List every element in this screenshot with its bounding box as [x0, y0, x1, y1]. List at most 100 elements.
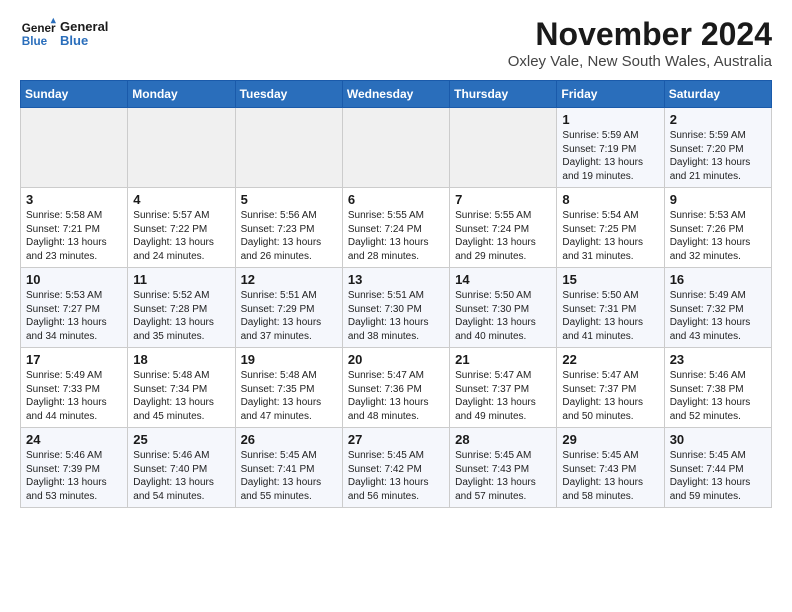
calendar-cell: 28 Sunrise: 5:45 AM Sunset: 7:43 PM Dayli… [450, 428, 557, 508]
header-thursday: Thursday [450, 81, 557, 108]
cell-info: Sunrise: 5:45 AM Sunset: 7:43 PM Dayligh… [562, 449, 658, 503]
calendar-cell: 18 Sunrise: 5:48 AM Sunset: 7:34 PM Dayli… [128, 348, 235, 428]
calendar-cell: 24 Sunrise: 5:46 AM Sunset: 7:39 PM Dayli… [21, 428, 128, 508]
calendar-cell: 29 Sunrise: 5:45 AM Sunset: 7:43 PM Dayli… [557, 428, 664, 508]
location-title: Oxley Vale, New South Wales, Australia [508, 53, 772, 70]
day-number: 21 [455, 352, 551, 367]
day-number: 28 [455, 432, 551, 447]
calendar-week-row: 24 Sunrise: 5:46 AM Sunset: 7:39 PM Dayli… [21, 428, 772, 508]
cell-info: Sunrise: 5:51 AM Sunset: 7:29 PM Dayligh… [241, 289, 337, 343]
svg-text:Blue: Blue [22, 35, 48, 48]
title-area: November 2024 Oxley Vale, New South Wale… [508, 16, 772, 70]
day-number: 24 [26, 432, 122, 447]
cell-info: Sunrise: 5:50 AM Sunset: 7:30 PM Dayligh… [455, 289, 551, 343]
day-number: 11 [133, 272, 229, 287]
cell-info: Sunrise: 5:47 AM Sunset: 7:36 PM Dayligh… [348, 369, 444, 423]
calendar-cell: 12 Sunrise: 5:51 AM Sunset: 7:29 PM Dayli… [235, 268, 342, 348]
day-number: 4 [133, 192, 229, 207]
calendar-cell: 3 Sunrise: 5:58 AM Sunset: 7:21 PM Daylig… [21, 188, 128, 268]
calendar-cell: 19 Sunrise: 5:48 AM Sunset: 7:35 PM Dayli… [235, 348, 342, 428]
day-number: 1 [562, 112, 658, 127]
logo-line2: Blue [60, 34, 108, 48]
day-number: 22 [562, 352, 658, 367]
cell-info: Sunrise: 5:47 AM Sunset: 7:37 PM Dayligh… [455, 369, 551, 423]
calendar-cell [128, 108, 235, 188]
day-number: 29 [562, 432, 658, 447]
day-number: 6 [348, 192, 444, 207]
calendar-cell: 23 Sunrise: 5:46 AM Sunset: 7:38 PM Dayli… [664, 348, 771, 428]
cell-info: Sunrise: 5:56 AM Sunset: 7:23 PM Dayligh… [241, 209, 337, 263]
calendar-cell: 8 Sunrise: 5:54 AM Sunset: 7:25 PM Daylig… [557, 188, 664, 268]
cell-info: Sunrise: 5:59 AM Sunset: 7:19 PM Dayligh… [562, 129, 658, 183]
calendar-cell [342, 108, 449, 188]
day-number: 18 [133, 352, 229, 367]
day-number: 30 [670, 432, 766, 447]
calendar-week-row: 17Sunrise: 5:49 AM Sunset: 7:33 PM Dayli… [21, 348, 772, 428]
calendar-week-row: 1 Sunrise: 5:59 AM Sunset: 7:19 PM Daylig… [21, 108, 772, 188]
calendar-cell: 10 Sunrise: 5:53 AM Sunset: 7:27 PM Dayli… [21, 268, 128, 348]
calendar-cell: 1 Sunrise: 5:59 AM Sunset: 7:19 PM Daylig… [557, 108, 664, 188]
calendar-cell: 13Sunrise: 5:51 AM Sunset: 7:30 PM Dayli… [342, 268, 449, 348]
cell-info: Sunrise: 5:49 AM Sunset: 7:32 PM Dayligh… [670, 289, 766, 343]
cell-info: Sunrise: 5:45 AM Sunset: 7:43 PM Dayligh… [455, 449, 551, 503]
calendar-cell [21, 108, 128, 188]
cell-info: Sunrise: 5:57 AM Sunset: 7:22 PM Dayligh… [133, 209, 229, 263]
cell-info: Sunrise: 5:53 AM Sunset: 7:27 PM Dayligh… [26, 289, 122, 343]
cell-info: Sunrise: 5:46 AM Sunset: 7:38 PM Dayligh… [670, 369, 766, 423]
day-number: 10 [26, 272, 122, 287]
calendar-cell: 16Sunrise: 5:49 AM Sunset: 7:32 PM Dayli… [664, 268, 771, 348]
calendar-cell: 11 Sunrise: 5:52 AM Sunset: 7:28 PM Dayli… [128, 268, 235, 348]
cell-info: Sunrise: 5:54 AM Sunset: 7:25 PM Dayligh… [562, 209, 658, 263]
cell-info: Sunrise: 5:51 AM Sunset: 7:30 PM Dayligh… [348, 289, 444, 343]
calendar-cell: 4 Sunrise: 5:57 AM Sunset: 7:22 PM Daylig… [128, 188, 235, 268]
day-number: 9 [670, 192, 766, 207]
day-number: 7 [455, 192, 551, 207]
calendar-week-row: 10 Sunrise: 5:53 AM Sunset: 7:27 PM Dayli… [21, 268, 772, 348]
calendar-cell: 30 Sunrise: 5:45 AM Sunset: 7:44 PM Dayli… [664, 428, 771, 508]
calendar-cell: 2Sunrise: 5:59 AM Sunset: 7:20 PM Daylig… [664, 108, 771, 188]
cell-info: Sunrise: 5:48 AM Sunset: 7:35 PM Dayligh… [241, 369, 337, 423]
cell-info: Sunrise: 5:48 AM Sunset: 7:34 PM Dayligh… [133, 369, 229, 423]
calendar-cell [450, 108, 557, 188]
logo: General Blue General Blue [20, 16, 108, 52]
day-number: 5 [241, 192, 337, 207]
calendar-cell: 6Sunrise: 5:55 AM Sunset: 7:24 PM Daylig… [342, 188, 449, 268]
calendar-cell: 9Sunrise: 5:53 AM Sunset: 7:26 PM Daylig… [664, 188, 771, 268]
calendar-cell: 21 Sunrise: 5:47 AM Sunset: 7:37 PM Dayli… [450, 348, 557, 428]
calendar-table: SundayMondayTuesdayWednesdayThursdayFrid… [20, 80, 772, 508]
calendar-cell: 22Sunrise: 5:47 AM Sunset: 7:37 PM Dayli… [557, 348, 664, 428]
day-number: 15 [562, 272, 658, 287]
cell-info: Sunrise: 5:52 AM Sunset: 7:28 PM Dayligh… [133, 289, 229, 343]
calendar-cell [235, 108, 342, 188]
day-number: 8 [562, 192, 658, 207]
calendar-cell: 27Sunrise: 5:45 AM Sunset: 7:42 PM Dayli… [342, 428, 449, 508]
day-number: 23 [670, 352, 766, 367]
day-number: 25 [133, 432, 229, 447]
cell-info: Sunrise: 5:45 AM Sunset: 7:44 PM Dayligh… [670, 449, 766, 503]
calendar-header-row: SundayMondayTuesdayWednesdayThursdayFrid… [21, 81, 772, 108]
calendar-cell: 15 Sunrise: 5:50 AM Sunset: 7:31 PM Dayli… [557, 268, 664, 348]
calendar-cell: 20 Sunrise: 5:47 AM Sunset: 7:36 PM Dayli… [342, 348, 449, 428]
cell-info: Sunrise: 5:58 AM Sunset: 7:21 PM Dayligh… [26, 209, 122, 263]
cell-info: Sunrise: 5:50 AM Sunset: 7:31 PM Dayligh… [562, 289, 658, 343]
day-number: 26 [241, 432, 337, 447]
month-title: November 2024 [508, 16, 772, 53]
calendar-cell: 14Sunrise: 5:50 AM Sunset: 7:30 PM Dayli… [450, 268, 557, 348]
day-number: 19 [241, 352, 337, 367]
logo-line1: General [60, 20, 108, 34]
calendar-cell: 25Sunrise: 5:46 AM Sunset: 7:40 PM Dayli… [128, 428, 235, 508]
cell-info: Sunrise: 5:46 AM Sunset: 7:39 PM Dayligh… [26, 449, 122, 503]
calendar-cell: 7 Sunrise: 5:55 AM Sunset: 7:24 PM Daylig… [450, 188, 557, 268]
calendar-cell: 5 Sunrise: 5:56 AM Sunset: 7:23 PM Daylig… [235, 188, 342, 268]
day-number: 2 [670, 112, 766, 127]
calendar-cell: 17Sunrise: 5:49 AM Sunset: 7:33 PM Dayli… [21, 348, 128, 428]
day-number: 20 [348, 352, 444, 367]
day-number: 12 [241, 272, 337, 287]
day-number: 3 [26, 192, 122, 207]
day-number: 27 [348, 432, 444, 447]
calendar-week-row: 3 Sunrise: 5:58 AM Sunset: 7:21 PM Daylig… [21, 188, 772, 268]
cell-info: Sunrise: 5:55 AM Sunset: 7:24 PM Dayligh… [455, 209, 551, 263]
page-header: General Blue General Blue November 2024 … [20, 16, 772, 70]
cell-info: Sunrise: 5:45 AM Sunset: 7:41 PM Dayligh… [241, 449, 337, 503]
svg-text:General: General [22, 22, 56, 35]
